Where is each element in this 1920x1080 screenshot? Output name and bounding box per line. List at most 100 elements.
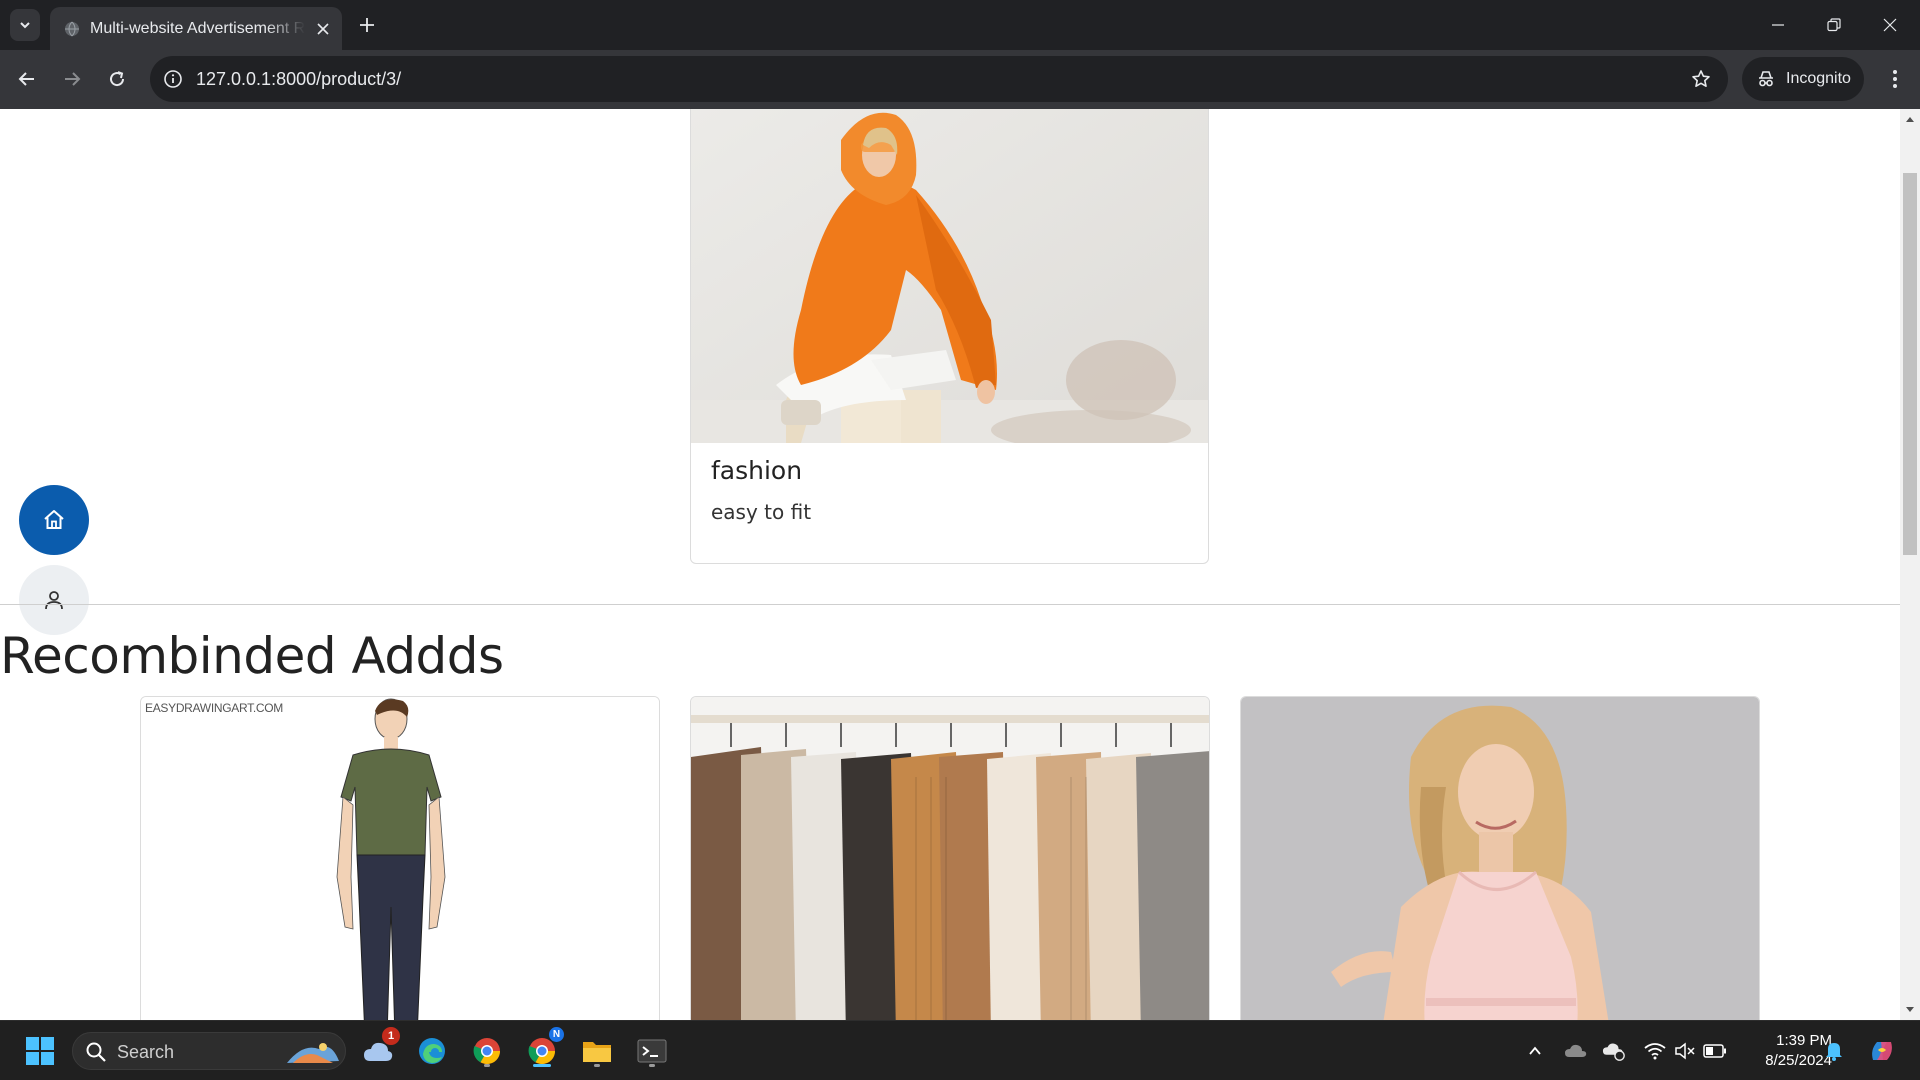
product-image — [691, 109, 1208, 443]
page-scrollbar[interactable] — [1900, 109, 1920, 1020]
scroll-up-button[interactable] — [1900, 111, 1920, 127]
wifi-tray[interactable] — [1643, 1039, 1667, 1063]
volume-tray[interactable] — [1673, 1039, 1697, 1063]
product-description: easy to fit — [711, 500, 812, 524]
start-button[interactable] — [20, 1031, 60, 1071]
close-icon — [1883, 18, 1897, 32]
search-icon — [86, 1042, 106, 1062]
taskbar-weather[interactable]: 1 — [358, 1027, 400, 1071]
restore-icon — [1827, 18, 1841, 32]
back-button[interactable] — [10, 62, 44, 96]
copilot-icon — [1872, 1042, 1892, 1060]
taskbar-chrome[interactable] — [467, 1031, 507, 1071]
recommended-ad-image — [691, 697, 1209, 1020]
user-icon — [45, 591, 63, 610]
triangle-up-icon — [1906, 117, 1914, 122]
taskbar-terminal[interactable] — [632, 1031, 672, 1071]
volume-muted-icon — [1675, 1042, 1695, 1060]
recommended-ad-image — [1241, 697, 1759, 1020]
section-divider — [0, 604, 1900, 605]
system-clock[interactable]: 1:39 PM 8/25/2024 — [1740, 1031, 1832, 1071]
page-viewport: fashion easy to fit Recombinded Addds EA… — [0, 109, 1920, 1020]
minimize-button[interactable] — [1750, 0, 1806, 50]
cloud-sync-icon — [1602, 1043, 1625, 1061]
clock-time: 1:39 PM — [1776, 1032, 1832, 1049]
taskbar-file-explorer[interactable] — [577, 1031, 617, 1071]
tab-title: Multi-website Advertisement Re — [90, 20, 305, 37]
site-info-button[interactable] — [160, 66, 186, 92]
running-indicator — [594, 1064, 600, 1067]
windows-taskbar: Search 1 N 1:39 PM 8/25/2024 — [0, 1020, 1920, 1080]
more-vertical-icon — [1893, 70, 1897, 88]
folder-icon — [583, 1042, 611, 1062]
tab-close-button[interactable] — [312, 18, 334, 40]
recommended-section-title: Recombinded Addds — [0, 627, 504, 685]
cloud-icon — [1565, 1044, 1587, 1057]
restore-button[interactable] — [1806, 0, 1862, 50]
bell-icon — [1826, 1043, 1842, 1061]
home-button[interactable] — [19, 485, 89, 555]
taskbar-search-box[interactable]: Search — [72, 1032, 346, 1070]
terminal-icon — [637, 1039, 667, 1063]
triangle-down-icon — [1906, 1007, 1914, 1012]
close-window-button[interactable] — [1862, 0, 1918, 50]
home-icon — [44, 510, 64, 529]
arrow-right-icon — [65, 72, 81, 86]
copilot-button[interactable] — [1866, 1035, 1898, 1067]
image-watermark: EASYDRAWINGART.COM — [145, 701, 283, 715]
running-indicator — [649, 1064, 655, 1067]
plus-icon — [360, 18, 374, 32]
recommended-ad-image — [141, 697, 659, 1020]
recommended-ad-card[interactable] — [690, 696, 1210, 1020]
new-tab-button[interactable] — [352, 10, 382, 40]
browser-toolbar: 127.0.0.1:8000/product/3/ Incognito — [0, 50, 1920, 109]
show-hidden-icons-button[interactable] — [1523, 1039, 1547, 1063]
address-bar[interactable]: 127.0.0.1:8000/product/3/ — [150, 56, 1728, 102]
arrow-left-icon — [18, 72, 34, 86]
notifications-button[interactable] — [1822, 1039, 1846, 1063]
browser-tab-bar: Multi-website Advertisement Re — [0, 0, 1920, 50]
profile-badge: N — [549, 1027, 564, 1042]
taskbar-edge[interactable] — [412, 1031, 452, 1071]
battery-icon — [1703, 1044, 1726, 1058]
incognito-icon — [1759, 71, 1773, 87]
tab-search-button[interactable] — [10, 9, 40, 41]
incognito-indicator[interactable]: Incognito — [1742, 57, 1864, 101]
chevron-down-icon — [20, 22, 30, 29]
active-indicator — [533, 1064, 551, 1067]
star-icon — [1692, 70, 1710, 87]
product-card: fashion easy to fit — [690, 109, 1209, 564]
wifi-icon — [1644, 1043, 1666, 1060]
onedrive-tray[interactable] — [1564, 1039, 1588, 1063]
scrollbar-thumb[interactable] — [1903, 173, 1917, 555]
browser-tab-active[interactable]: Multi-website Advertisement Re — [50, 7, 342, 50]
forward-button[interactable] — [55, 62, 89, 96]
windows-logo-icon — [26, 1037, 54, 1065]
recommended-ad-card[interactable] — [1240, 696, 1760, 1020]
recommended-ad-card[interactable]: EASYDRAWINGART.COM — [140, 696, 660, 1020]
bookmark-button[interactable] — [1688, 66, 1714, 92]
globe-icon — [65, 21, 79, 37]
onedrive-sync-tray[interactable] — [1602, 1039, 1626, 1063]
search-placeholder: Search — [117, 1042, 175, 1062]
minimize-icon — [1772, 24, 1784, 26]
search-highlight-icon — [287, 1043, 339, 1063]
close-icon — [317, 23, 329, 35]
chrome-icon — [473, 1038, 501, 1065]
product-name: fashion — [711, 456, 803, 485]
running-indicator — [484, 1064, 490, 1067]
notification-badge: 1 — [382, 1027, 400, 1045]
scroll-down-button[interactable] — [1900, 1002, 1920, 1018]
battery-tray[interactable] — [1703, 1039, 1727, 1063]
profile-button[interactable] — [19, 565, 89, 635]
browser-menu-button[interactable] — [1880, 64, 1910, 94]
url-text: 127.0.0.1:8000/product/3/ — [196, 69, 402, 89]
taskbar-chrome-incognito[interactable]: N — [522, 1027, 564, 1071]
reload-button[interactable] — [100, 62, 134, 96]
info-icon — [164, 70, 182, 88]
reload-icon — [110, 71, 125, 87]
edge-icon — [419, 1038, 445, 1064]
chevron-up-icon — [1529, 1046, 1541, 1055]
clock-date: 8/25/2024 — [1765, 1052, 1832, 1069]
incognito-label: Incognito — [1786, 70, 1851, 87]
